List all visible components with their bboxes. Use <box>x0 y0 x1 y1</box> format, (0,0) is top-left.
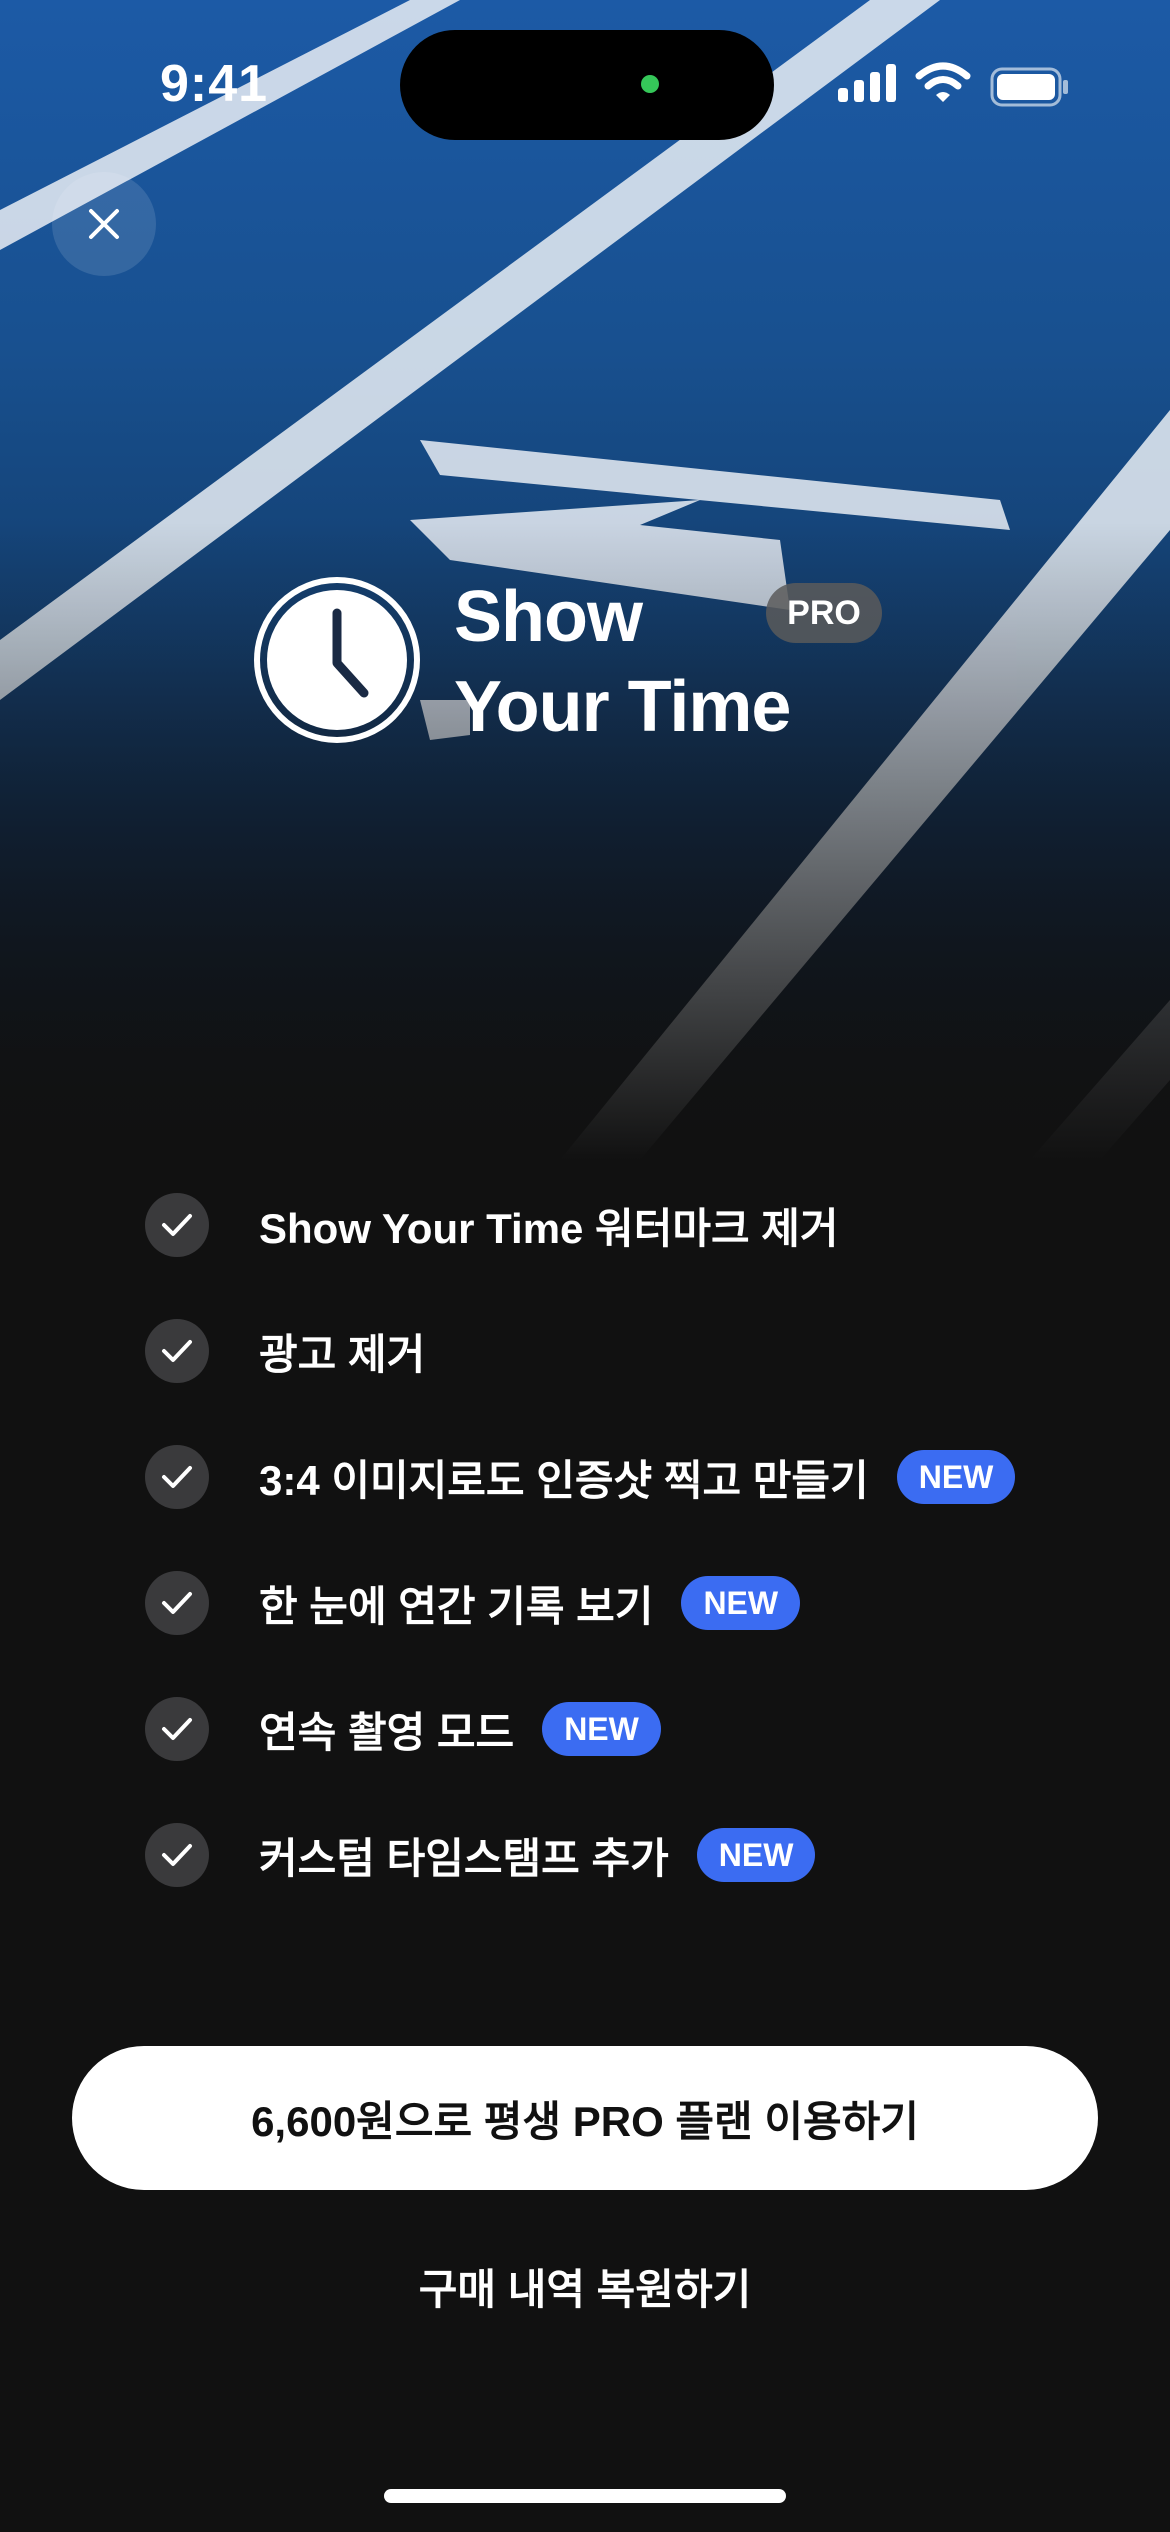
new-badge: NEW <box>681 1576 801 1630</box>
check-icon <box>145 1823 209 1887</box>
close-icon <box>89 209 119 239</box>
battery-icon <box>990 67 1068 107</box>
new-badge: NEW <box>896 1450 1016 1504</box>
purchase-pro-button[interactable]: 6,600원으로 평생 PRO 플랜 이용하기 <box>72 2046 1098 2190</box>
status-time: 9:41 <box>160 55 269 113</box>
camera-indicator-dot <box>641 75 659 93</box>
new-badge: NEW <box>696 1828 816 1882</box>
feature-item-remove-ads: 광고 제거 <box>145 1288 1095 1414</box>
restore-purchases-link[interactable]: 구매 내역 복원하기 <box>0 2256 1170 2317</box>
feature-label: 커스텀 타임스탬프 추가 <box>259 1834 669 1882</box>
home-indicator[interactable] <box>384 2489 786 2503</box>
feature-item-custom-timestamp: 커스텀 타임스탬프 추가 NEW <box>145 1792 1095 1918</box>
wifi-icon <box>915 62 971 102</box>
check-icon <box>145 1193 209 1257</box>
close-button[interactable] <box>52 172 156 276</box>
feature-item-3-4-image: 3:4 이미지로도 인증샷 찍고 만들기 NEW <box>145 1414 1095 1540</box>
cellular-signal-icon <box>838 64 896 102</box>
feature-item-remove-watermark: Show Your Time 워터마크 제거 <box>145 1162 1095 1288</box>
pro-badge: PRO <box>766 583 882 643</box>
check-icon <box>145 1445 209 1509</box>
feature-label: 광고 제거 <box>259 1330 426 1378</box>
feature-label: 3:4 이미지로도 인증샷 찍고 만들기 <box>259 1456 869 1504</box>
check-icon <box>145 1319 209 1383</box>
dynamic-island <box>400 30 774 140</box>
feature-label: 연속 촬영 모드 <box>259 1708 515 1756</box>
check-icon <box>145 1697 209 1761</box>
feature-item-burst-mode: 연속 촬영 모드 NEW <box>145 1666 1095 1792</box>
app-title: Show Your Time <box>454 572 791 752</box>
app-title-line2: Your Time <box>454 667 791 747</box>
new-badge: NEW <box>542 1702 661 1756</box>
clock-icon <box>254 577 420 743</box>
feature-label: Show Your Time 워터마크 제거 <box>259 1204 839 1252</box>
feature-list: Show Your Time 워터마크 제거 광고 제거 3:4 이미지로도 인… <box>145 1162 1095 1918</box>
feature-label: 한 눈에 연간 기록 보기 <box>259 1582 654 1630</box>
feature-item-annual-records: 한 눈에 연간 기록 보기 NEW <box>145 1540 1095 1666</box>
app-title-line1: Show <box>454 577 643 657</box>
check-icon <box>145 1571 209 1635</box>
